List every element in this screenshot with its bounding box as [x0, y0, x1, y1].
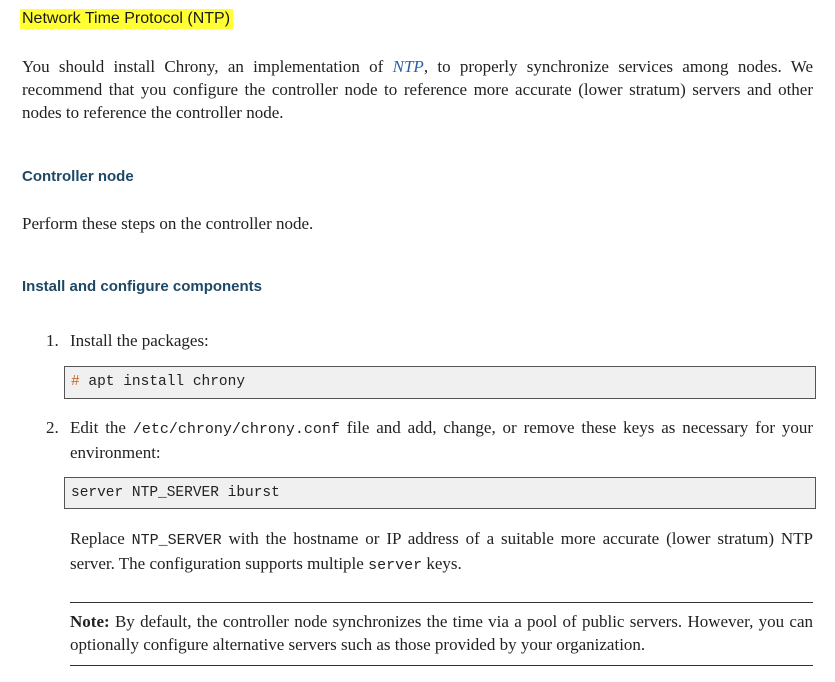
- replace-text-after: keys.: [422, 554, 462, 573]
- code-command: apt install chrony: [79, 374, 246, 390]
- replace-text-before: Replace: [70, 529, 132, 548]
- shell-prompt: #: [71, 374, 80, 390]
- intro-text-before: You should install Chrony, an implementa…: [22, 57, 393, 76]
- note-box: Note: By default, the controller node sy…: [70, 602, 813, 666]
- note-text: Note: By default, the controller node sy…: [70, 610, 813, 656]
- controller-node-text: Perform these steps on the controller no…: [22, 214, 314, 233]
- page-title: Network Time Protocol (NTP): [20, 9, 234, 29]
- step-text: Install the packages:: [70, 331, 209, 350]
- replace-paragraph: Replace NTP_SERVER with the hostname or …: [70, 527, 813, 577]
- ntp-acronym-link[interactable]: NTP: [393, 57, 424, 76]
- step-number: 1.: [46, 331, 59, 350]
- step-text-before: Edit the: [70, 418, 133, 437]
- config-file-path: /etc/chrony/chrony.conf: [132, 421, 340, 438]
- server-key: server: [368, 557, 423, 574]
- note-label: Note:: [70, 612, 110, 631]
- ntp-server-var: NTP_SERVER: [131, 532, 222, 549]
- controller-node-heading: Controller node: [22, 168, 134, 185]
- code-block-install[interactable]: # apt install chrony: [64, 366, 816, 399]
- step-number: 2.: [46, 418, 59, 437]
- install-components-heading: Install and configure components: [22, 278, 263, 295]
- note-body: By default, the controller node synchron…: [70, 612, 813, 654]
- step-text: Edit the /etc/chrony/chrony.conf file an…: [70, 416, 813, 464]
- code-block-config[interactable]: server NTP_SERVER iburst: [64, 477, 816, 509]
- intro-paragraph: You should install Chrony, an implementa…: [22, 55, 813, 124]
